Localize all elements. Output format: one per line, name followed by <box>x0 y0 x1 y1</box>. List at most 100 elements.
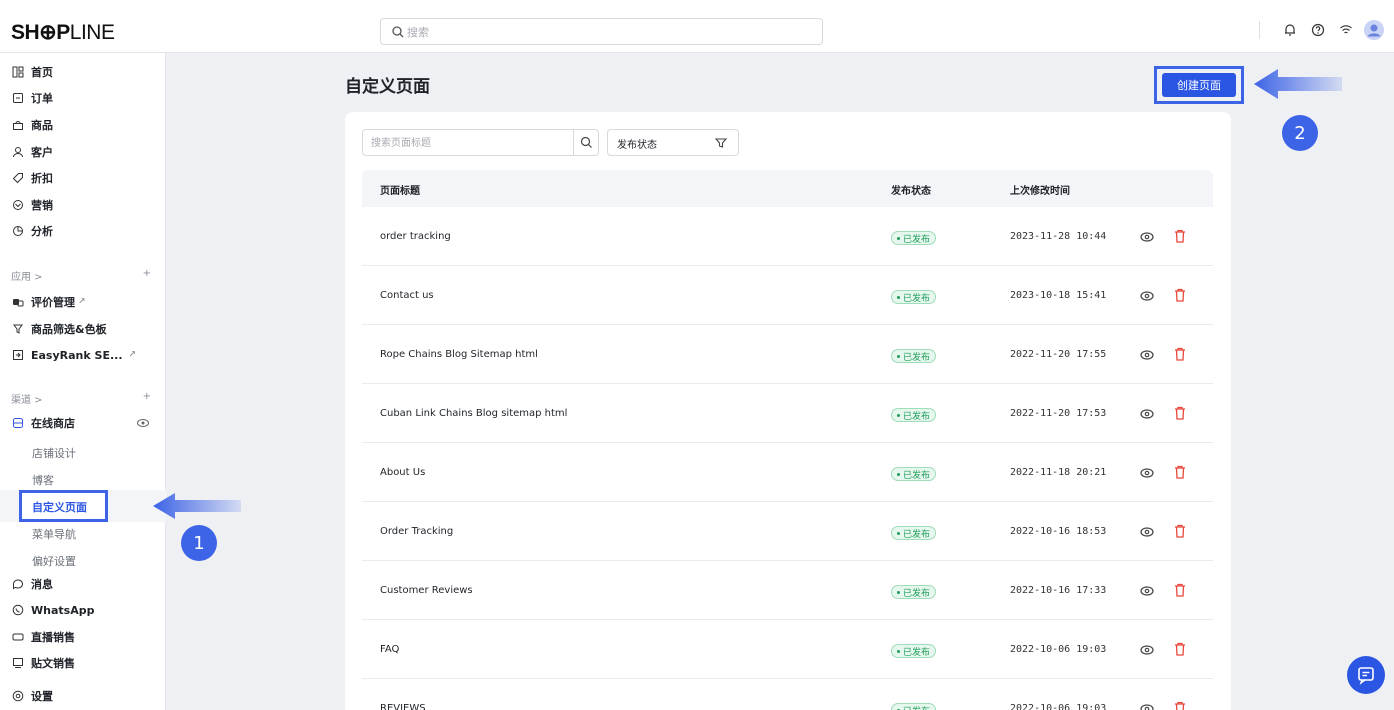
sidebar-item-post-sales[interactable]: 贴文销售 <box>0 652 166 674</box>
preview-eye-icon[interactable] <box>1139 406 1155 422</box>
sidebar-item-products[interactable]: 商品 <box>0 114 166 136</box>
updated-time: 2022-11-20 17:55 <box>1010 349 1107 360</box>
sidebar-item-orders[interactable]: 订单 <box>0 87 166 109</box>
status-badge: 已发布 <box>891 408 937 422</box>
status-badge: 已发布 <box>891 644 937 658</box>
column-status: 发布状态 <box>891 186 931 197</box>
wifi-icon[interactable] <box>1334 18 1358 42</box>
preview-eye-icon[interactable] <box>1139 583 1155 599</box>
preview-eye-icon[interactable] <box>1139 465 1155 481</box>
global-search-input[interactable] <box>407 23 807 41</box>
add-app-icon[interactable]: + <box>143 268 151 283</box>
table-row[interactable]: Contact us 已发布 2023-10-18 15:41 <box>362 266 1213 325</box>
delete-trash-icon[interactable] <box>1172 641 1188 657</box>
sidebar-item-customers[interactable]: 客户 <box>0 141 166 163</box>
table-row[interactable]: Cuban Link Chains Blog sitemap html 已发布 20… <box>362 384 1213 443</box>
sidebar-item-marketing[interactable]: 营销 <box>0 194 166 216</box>
table-row[interactable]: Rope Chains Blog Sitemap html 已发布 2022-11-… <box>362 325 1213 384</box>
preview-eye-icon[interactable] <box>1139 347 1155 363</box>
page-title-cell[interactable]: Order Tracking <box>380 526 453 537</box>
shopline-logo[interactable]: SH⊕PLINE <box>11 21 115 45</box>
sidebar-item-discounts[interactable]: 折扣 <box>0 167 166 189</box>
sidebar-item-easyrank[interactable]: EasyRank SE... ↗ <box>0 344 166 366</box>
status-filter[interactable]: 发布状态 <box>607 129 739 156</box>
delete-trash-icon[interactable] <box>1172 405 1188 421</box>
sidebar-item-live-sales[interactable]: 直播销售 <box>0 626 166 648</box>
sidebar-sub-menu-nav[interactable]: 菜单导航 <box>32 526 76 542</box>
sidebar-item-label: 设置 <box>31 690 53 703</box>
apps-group-header[interactable]: 应用 > + <box>11 268 151 283</box>
delete-trash-icon[interactable] <box>1172 228 1188 244</box>
sidebar-item-home[interactable]: 首页 <box>0 61 166 83</box>
status-dot <box>897 354 900 358</box>
status-text: 已发布 <box>903 352 931 363</box>
sidebar-item-label: 营销 <box>31 199 53 212</box>
page-title-cell[interactable]: Contact us <box>380 290 434 301</box>
sidebar-item-analytics[interactable]: 分析 <box>0 220 166 242</box>
page-title-cell[interactable]: Customer Reviews <box>380 585 473 596</box>
delete-trash-icon[interactable] <box>1172 346 1188 362</box>
preview-eye-icon[interactable] <box>1139 229 1155 245</box>
page-search[interactable] <box>362 129 599 156</box>
add-channel-icon[interactable]: + <box>143 391 151 406</box>
delete-trash-icon[interactable] <box>1172 582 1188 598</box>
page-title-cell[interactable]: FAQ <box>380 644 399 655</box>
delete-trash-icon[interactable] <box>1172 523 1188 539</box>
delete-trash-icon[interactable] <box>1172 464 1188 480</box>
sidebar-item-messages[interactable]: 消息 <box>0 573 166 595</box>
page-title-cell[interactable]: order tracking <box>380 231 451 242</box>
sidebar-sub-custom-pages[interactable]: 自定义页面 <box>19 490 108 522</box>
review-icon <box>11 295 25 309</box>
discount-icon <box>11 171 25 185</box>
global-search[interactable] <box>380 18 823 45</box>
table-row[interactable]: Order Tracking 已发布 2022-10-16 18:53 <box>362 502 1213 561</box>
sidebar-item-filter-app[interactable]: 商品筛选&色板 <box>0 318 166 340</box>
table-row[interactable]: REVIEWS 已发布 2022-10-06 19:03 <box>362 679 1213 710</box>
sidebar-item-online-store[interactable]: 在线商店 <box>0 412 166 434</box>
page-title-cell[interactable]: Cuban Link Chains Blog sitemap html <box>380 408 567 419</box>
preview-eye-icon[interactable] <box>1139 701 1155 710</box>
home-icon <box>11 65 25 79</box>
table-row[interactable]: FAQ 已发布 2022-10-06 19:03 <box>362 620 1213 679</box>
sidebar-item-label: 消息 <box>31 578 53 591</box>
create-page-button[interactable]: 创建页面 <box>1162 73 1236 97</box>
help-icon[interactable] <box>1306 18 1330 42</box>
sidebar-item-label: 折扣 <box>31 172 53 185</box>
bell-icon[interactable] <box>1278 18 1302 42</box>
external-link-icon: ↗ <box>128 350 137 360</box>
status-badge: 已发布 <box>891 703 937 710</box>
delete-trash-icon[interactable] <box>1172 700 1188 710</box>
sidebar-sub-store-design[interactable]: 店铺设计 <box>32 445 76 461</box>
sidebar-sub-preferences[interactable]: 偏好设置 <box>32 553 76 569</box>
filter-app-icon <box>11 322 25 336</box>
table-row[interactable]: order tracking 已发布 2023-11-28 10:44 <box>362 207 1213 266</box>
table-row[interactable]: Customer Reviews 已发布 2022-10-16 17:33 <box>362 561 1213 620</box>
search-icon <box>580 136 592 148</box>
preview-eye-icon[interactable] <box>1139 288 1155 304</box>
status-filter-label: 发布状态 <box>617 140 657 151</box>
sidebar-item-label: WhatsApp <box>31 603 95 617</box>
page-title-cell[interactable]: About Us <box>380 467 425 478</box>
channels-group-header[interactable]: 渠道 > + <box>11 391 151 406</box>
sidebar-item-reviews-app[interactable]: 评价管理 ↗ <box>0 291 166 313</box>
chat-support-button[interactable] <box>1347 656 1385 694</box>
table-row[interactable]: About Us 已发布 2022-11-18 20:21 <box>362 443 1213 502</box>
updated-time: 2023-10-18 15:41 <box>1010 290 1107 301</box>
sidebar-item-whatsapp[interactable]: WhatsApp <box>0 599 166 621</box>
avatar-icon[interactable] <box>1362 18 1386 42</box>
preview-eye-icon[interactable] <box>1139 524 1155 540</box>
status-dot <box>897 590 900 594</box>
preview-store-icon[interactable] <box>136 416 150 433</box>
status-text: 已发布 <box>903 588 931 599</box>
sidebar-sub-blog[interactable]: 博客 <box>32 472 54 488</box>
delete-trash-icon[interactable] <box>1172 287 1188 303</box>
page-search-input[interactable] <box>371 134 571 152</box>
page-title-cell[interactable]: REVIEWS <box>380 703 426 710</box>
preview-eye-icon[interactable] <box>1139 642 1155 658</box>
sidebar-item-settings[interactable]: 设置 <box>0 685 166 707</box>
filter-icon <box>714 138 728 148</box>
status-text: 已发布 <box>903 529 931 540</box>
page-title-cell[interactable]: Rope Chains Blog Sitemap html <box>380 349 538 360</box>
page-search-button[interactable] <box>573 130 598 155</box>
status-badge: 已发布 <box>891 231 937 245</box>
